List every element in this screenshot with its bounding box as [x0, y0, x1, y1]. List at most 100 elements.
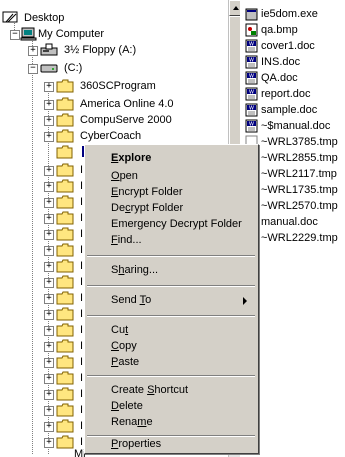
expand-toggle[interactable]: +	[44, 100, 54, 110]
svg-text:W: W	[249, 58, 254, 64]
expand-toggle[interactable]: +	[44, 390, 54, 400]
expand-toggle[interactable]: +	[44, 374, 54, 384]
tree-item-my-computer[interactable]: My Computer	[20, 26, 140, 42]
tree-item-folder[interactable]: I	[56, 258, 86, 274]
expand-toggle[interactable]: +	[44, 406, 54, 416]
menu-separator	[87, 315, 255, 317]
tree-item-label: My Computer	[38, 28, 105, 40]
bmp-icon	[245, 23, 258, 37]
tree-item-c-drive[interactable]: (C:)	[40, 60, 160, 76]
tree-item-label: I	[80, 324, 84, 336]
tree-item-folder[interactable]: I	[56, 210, 86, 226]
menu-label: elete	[118, 400, 143, 412]
menu-accelerator: C	[111, 340, 119, 352]
menu-label: pen	[119, 170, 138, 182]
doc-icon: W	[245, 103, 258, 117]
menu-separator	[87, 375, 255, 377]
expand-toggle[interactable]: +	[44, 116, 54, 126]
menu-item-properties[interactable]: Properties	[87, 435, 255, 451]
doc-icon: W	[245, 87, 258, 101]
tree-item-folder[interactable]: I	[56, 402, 86, 418]
tree-item-folder[interactable]: I	[56, 370, 86, 386]
expand-toggle[interactable]: +	[44, 278, 54, 288]
expand-toggle[interactable]: +	[44, 294, 54, 304]
tree-item-folder[interactable]: CompuServe 2000	[56, 112, 206, 128]
collapse-toggle[interactable]: −	[28, 64, 38, 74]
tree-item-label: I	[80, 164, 84, 176]
file-name: ~WRL2117.tmp	[261, 168, 337, 180]
tree-item-folder[interactable]: I	[56, 194, 86, 210]
expand-toggle[interactable]: +	[44, 166, 54, 176]
menu-item-send-to[interactable]: Send To	[87, 291, 255, 309]
tree-item-label: (C:)	[64, 62, 83, 74]
tree-item-folder[interactable]: I	[56, 306, 86, 322]
menu-item-rename[interactable]: Rename	[87, 413, 255, 431]
tree-item-label: I	[80, 420, 84, 432]
scroll-up-button[interactable]	[229, 0, 240, 16]
tree-item-label: I	[80, 340, 84, 352]
menu-label: e	[146, 416, 153, 428]
expand-toggle[interactable]: +	[44, 262, 54, 272]
expand-toggle[interactable]: +	[44, 358, 54, 368]
doc-icon: W	[245, 39, 258, 53]
triangle-up-icon	[233, 6, 239, 10]
tree-item-floppy[interactable]: 3½ Floppy (A:)	[40, 42, 160, 58]
folder-icon	[56, 403, 74, 417]
file-name: qa.bmp	[261, 24, 298, 36]
tree-item-folder[interactable]: I	[56, 418, 86, 434]
tree-item-folder[interactable]: I	[56, 178, 86, 194]
file-name: cover1.doc	[261, 40, 315, 52]
tree-item-folder[interactable]: 360SCProgram	[56, 78, 206, 94]
file-name: ~WRL2229.tmp	[261, 232, 338, 244]
tree-item-folder[interactable]: I	[56, 226, 86, 242]
tree-item-label: CyberCoach	[80, 130, 142, 142]
expand-toggle[interactable]: +	[44, 310, 54, 320]
collapse-toggle[interactable]: −	[10, 30, 20, 40]
expand-toggle[interactable]: +	[44, 342, 54, 352]
expand-toggle[interactable]: +	[44, 198, 54, 208]
expand-toggle[interactable]: +	[44, 246, 54, 256]
menu-label: xplore	[118, 152, 152, 164]
menu-label: Rena	[111, 416, 138, 428]
menu-label: Cu	[111, 324, 126, 336]
expand-toggle[interactable]: +	[44, 214, 54, 224]
tree-item-folder[interactable]: I	[56, 162, 86, 178]
tree-item-folder[interactable]: America Online 4.0	[56, 96, 206, 112]
menu-item-explore[interactable]: Explore	[87, 149, 255, 167]
menu-accelerator: D	[111, 400, 119, 412]
folder-icon	[56, 211, 74, 225]
floppy-drive-icon	[40, 43, 58, 56]
tree-item-label: I	[80, 180, 84, 192]
tree-item-folder[interactable]: I	[56, 386, 86, 402]
doc-icon: W	[245, 55, 258, 69]
file-name: INS.doc	[261, 56, 301, 68]
expand-toggle[interactable]: +	[44, 230, 54, 240]
tree-item-folder[interactable]: I	[56, 242, 86, 258]
menu-label: o	[145, 294, 152, 306]
tree-item-folder[interactable]: CyberCoach	[56, 128, 206, 144]
tree-item-label: I	[80, 244, 84, 256]
expand-toggle[interactable]: +	[44, 438, 54, 448]
tree-item-desktop[interactable]: Desktop	[2, 10, 122, 26]
menu-item-paste[interactable]: Paste	[87, 353, 255, 371]
expand-toggle[interactable]: +	[44, 422, 54, 432]
tree-item-folder[interactable]: I	[56, 274, 86, 290]
folder-icon	[56, 129, 74, 143]
expand-toggle[interactable]: +	[44, 132, 54, 142]
tree-item-folder[interactable]: I	[56, 290, 86, 306]
folder-icon	[56, 79, 74, 93]
folder-icon	[56, 435, 74, 449]
expand-toggle[interactable]: +	[44, 82, 54, 92]
menu-item-sharing[interactable]: Sharing...	[87, 261, 255, 279]
expand-toggle[interactable]: +	[44, 182, 54, 192]
expand-toggle[interactable]: +	[44, 326, 54, 336]
menu-label: Create	[111, 384, 148, 396]
file-name: ie5dom.exe	[261, 8, 318, 20]
folder-icon	[56, 355, 74, 369]
menu-item-find[interactable]: Find...	[87, 231, 255, 249]
tree-item-folder[interactable]: I	[56, 338, 86, 354]
tree-item-folder[interactable]: I	[56, 322, 86, 338]
tree-item-folder[interactable]: I	[56, 354, 86, 370]
expand-toggle[interactable]: +	[28, 46, 38, 56]
folder-icon	[56, 419, 74, 433]
